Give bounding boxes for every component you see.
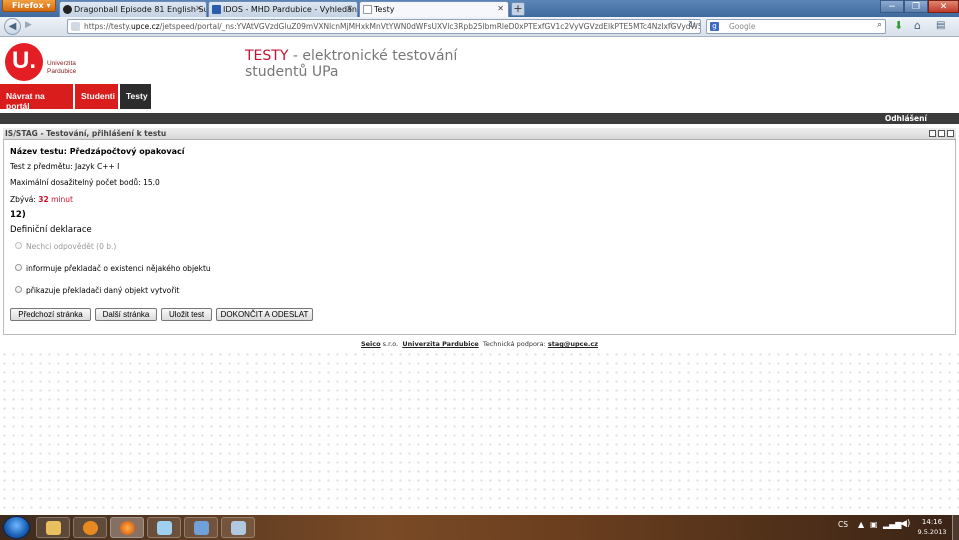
menu-icon[interactable]: ▤ [936, 20, 945, 31]
next-page-button[interactable]: Další stránka [95, 308, 157, 321]
answer-radio-skip[interactable] [15, 242, 22, 249]
page-background-pattern [0, 350, 959, 515]
close-window-button[interactable]: ✕ [928, 0, 959, 13]
minimize-button[interactable]: − [880, 0, 904, 13]
save-test-button[interactable]: Uložit test [161, 308, 212, 321]
tab-label: Testy [374, 5, 395, 14]
home-icon[interactable]: ⌂ [914, 19, 921, 32]
logo-text-line1: Univerzita [47, 60, 76, 67]
answer-label-skip: Nechci odpovědět (0 b.) [26, 242, 117, 251]
tab-label: IDOS - MHD Pardubice - Vyhledání s... [223, 5, 358, 14]
answer-label-2: přikazuje překladači daný objekt vytvoři… [26, 286, 180, 295]
tab-idos[interactable]: IDOS - MHD Pardubice - Vyhledání s... ✕ [208, 1, 358, 17]
menu-item-tests[interactable]: Testy [120, 84, 152, 109]
app-title-line2: studentů UPa [245, 64, 339, 80]
app-title: TESTY - elektronické testování studentů … [245, 48, 457, 80]
show-desktop-button[interactable] [952, 515, 959, 540]
remaining-value: 32 [38, 195, 49, 204]
answer-radio-2[interactable] [15, 286, 22, 293]
maximize-button[interactable]: ❐ [904, 0, 928, 13]
page-favicon-icon [363, 5, 372, 14]
dragonball-favicon-icon [63, 5, 72, 14]
close-tab-icon[interactable]: ✕ [497, 4, 504, 13]
url-host: upce.cz [131, 22, 160, 31]
logo-text-line2: Pardubice [47, 68, 77, 75]
new-tab-button[interactable]: + [511, 2, 525, 16]
app-title-red: TESTY [245, 48, 289, 64]
search-input[interactable]: g Google ⌕ [706, 19, 886, 34]
footer-university-link[interactable]: Univerzita Pardubice [402, 340, 478, 348]
panel-minimize-icon[interactable] [929, 130, 936, 137]
max-points: Maximální dosažitelný počet bodů: 15.0 [10, 178, 160, 187]
tray-expand-icon[interactable]: ▲ [858, 520, 864, 529]
finish-submit-button[interactable]: DOKONČIT A ODESLAT [216, 308, 313, 321]
search-placeholder: Google [729, 22, 756, 31]
tab-dragonball[interactable]: Dragonball Episode 81 English Sub ✕ [59, 1, 207, 17]
language-indicator[interactable]: CS [838, 520, 848, 529]
panel-title: IS/STAG - Testování, přihlášení k testu [5, 129, 167, 138]
test-panel [3, 128, 956, 335]
close-tab-icon[interactable]: ✕ [195, 4, 202, 13]
question-text: Definiční deklarace [10, 225, 92, 235]
back-icon[interactable]: ◀ [4, 18, 21, 35]
tab-testy[interactable]: Testy ✕ [359, 1, 509, 17]
answer-label-1: informuje překladač o existenci nějakého… [26, 264, 211, 273]
paint-taskbar-icon[interactable] [221, 517, 255, 538]
top-status-bar: Odhlášení [0, 113, 959, 124]
notepad-taskbar-icon[interactable] [147, 517, 181, 538]
test-subject: Test z předmětu: Jazyk C++ I [10, 162, 120, 171]
app-title-rest: - elektronické testování [288, 48, 458, 64]
remaining-unit: minut [51, 195, 73, 204]
tray-app-icon[interactable]: ▣ [870, 520, 878, 529]
footer-company-link[interactable]: Seico [361, 340, 381, 348]
footer-support-label: Technická podpora: [482, 340, 546, 348]
explorer-taskbar-icon[interactable] [36, 517, 70, 538]
reload-icon[interactable]: ↻ [688, 20, 696, 31]
tab-label: Dragonball Episode 81 English Sub [74, 5, 207, 14]
clock-time[interactable]: 14:16 [918, 518, 946, 526]
media-player-taskbar-icon[interactable] [73, 517, 107, 538]
firefox-taskbar-icon[interactable] [110, 517, 144, 538]
close-tab-icon[interactable]: ✕ [346, 4, 353, 13]
question-number: 12) [10, 210, 26, 220]
footer-support-email[interactable]: stag@upce.cz [548, 340, 598, 348]
panel-maximize-icon[interactable] [938, 130, 945, 137]
prev-page-button[interactable]: Předchozí stránka [10, 308, 91, 321]
forward-icon[interactable]: ▶ [25, 20, 32, 30]
test-name: Název testu: Předzápočtový opakovací [10, 147, 185, 156]
network-signal-icon[interactable]: ▂▄▆ [883, 520, 901, 529]
page-footer: Seico s.r.o. Univerzita Pardubice Techni… [0, 340, 959, 348]
site-identity-icon[interactable] [71, 22, 80, 31]
panel-close-icon[interactable] [947, 130, 954, 137]
virtualbox-taskbar-icon[interactable] [184, 517, 218, 538]
menu-item-students[interactable]: Studenti [75, 84, 119, 109]
footer-company-suffix: s.r.o. [380, 340, 399, 348]
time-remaining: Zbývá: 32 minut [10, 195, 73, 204]
idos-favicon-icon [212, 5, 221, 14]
logo-letter: U. [12, 47, 36, 74]
bookmark-star-icon[interactable]: ☆ [667, 20, 676, 31]
google-engine-icon[interactable]: g [710, 22, 719, 31]
url-bar[interactable]: https://testy.upce.cz/jetspeed/portal/_n… [67, 19, 701, 34]
windows-start-icon[interactable] [3, 516, 30, 539]
url-prefix: https://testy. [84, 22, 132, 31]
logout-link[interactable]: Odhlášení [885, 114, 927, 123]
volume-icon[interactable]: ◀) [900, 519, 910, 529]
url-path: /jetspeed/portal/_ns:YVAtVGVzdGluZ09mVXN… [159, 22, 700, 31]
firefox-menu-button[interactable]: Firefox ▾ [2, 0, 56, 12]
panel-header: IS/STAG - Testování, přihlášení k testu [3, 128, 956, 140]
search-icon[interactable]: ⌕ [877, 20, 882, 30]
download-icon[interactable]: ⬇ [894, 19, 903, 32]
firefox-menu-label: Firefox [12, 1, 44, 10]
answer-radio-1[interactable] [15, 264, 22, 271]
menu-item-portal[interactable]: Návrat na portál [0, 84, 74, 111]
clock-date[interactable]: 9.5.2013 [915, 528, 949, 536]
remaining-label: Zbývá: [10, 195, 36, 204]
